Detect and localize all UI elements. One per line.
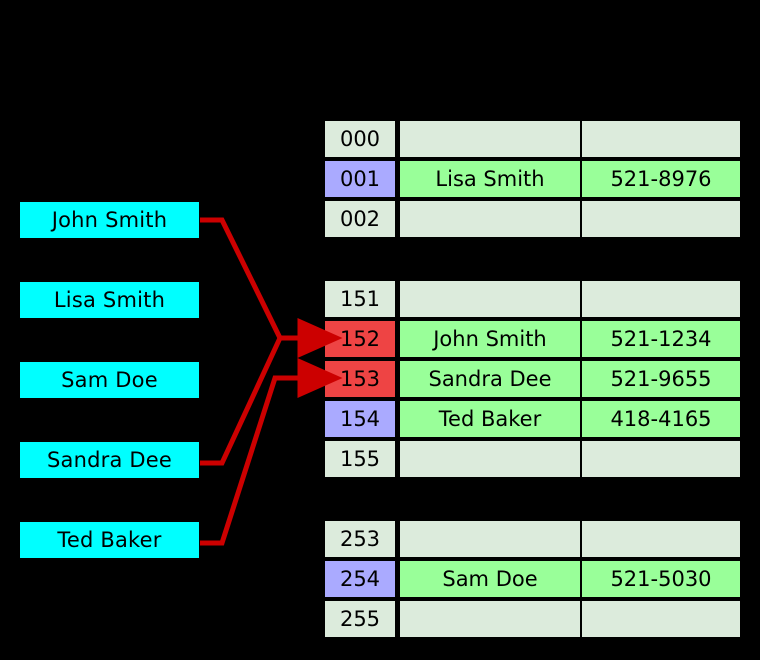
slot-phone (582, 281, 740, 317)
table-row[interactable]: 152 John Smith 521-1234 (325, 319, 740, 359)
slot-name: Ted Baker (400, 401, 580, 437)
key-box-2[interactable]: Sam Doe (20, 362, 199, 398)
slot-phone: 521-8976 (582, 161, 740, 197)
slot-index: 255 (325, 601, 395, 637)
bucket-range-253-255: 253 254 Sam Doe 521-5030 255 (325, 519, 740, 639)
table-row[interactable]: 154 Ted Baker 418-4165 (325, 399, 740, 439)
slot-name (400, 601, 580, 637)
slot-index: 152 (325, 321, 395, 357)
table-row[interactable]: 151 (325, 279, 740, 319)
slot-index: 002 (325, 201, 395, 237)
slot-name (400, 281, 580, 317)
table-row[interactable]: 254 Sam Doe 521-5030 (325, 559, 740, 599)
slot-name (400, 121, 580, 157)
slot-index: 154 (325, 401, 395, 437)
connector-ted-baker-to-153 (200, 358, 343, 546)
slot-phone (582, 121, 740, 157)
table-row[interactable]: 155 (325, 439, 740, 479)
slot-index: 001 (325, 161, 395, 197)
table-row[interactable]: 002 (325, 199, 740, 239)
table-row[interactable]: 255 (325, 599, 740, 639)
table-row[interactable]: 253 (325, 519, 740, 559)
connector-line (200, 336, 283, 466)
slot-index: 253 (325, 521, 395, 557)
bucket-range-151-155: 151 152 John Smith 521-1234 153 Sandra D… (325, 279, 740, 479)
table-row[interactable]: 000 (325, 119, 740, 159)
slot-index: 155 (325, 441, 395, 477)
key-box-4[interactable]: Ted Baker (20, 522, 199, 558)
slot-name: Sandra Dee (400, 361, 580, 397)
key-box-1[interactable]: Lisa Smith (20, 282, 199, 318)
connector-line (200, 217, 283, 340)
slot-name (400, 441, 580, 477)
slot-phone: 521-1234 (582, 321, 740, 357)
bucket-range-000-002: 000 001 Lisa Smith 521-8976 002 (325, 119, 740, 239)
connector-line (200, 358, 343, 546)
table-row[interactable]: 153 Sandra Dee 521-9655 (325, 359, 740, 399)
slot-index: 000 (325, 121, 395, 157)
slot-name: Lisa Smith (400, 161, 580, 197)
slot-name (400, 521, 580, 557)
slot-phone: 418-4165 (582, 401, 740, 437)
slot-index: 151 (325, 281, 395, 317)
connector-john-smith-to-152 (200, 217, 343, 358)
key-box-3[interactable]: Sandra Dee (20, 442, 199, 478)
slot-phone (582, 521, 740, 557)
table-row[interactable]: 001 Lisa Smith 521-8976 (325, 159, 740, 199)
slot-phone (582, 601, 740, 637)
key-box-label: Sam Doe (61, 367, 158, 392)
hash-collision-diagram: John Smith Lisa Smith Sam Doe Sandra Dee… (0, 0, 760, 660)
slot-phone (582, 441, 740, 477)
key-box-0[interactable]: John Smith (20, 202, 199, 238)
key-box-label: Lisa Smith (53, 287, 166, 312)
slot-index: 153 (325, 361, 395, 397)
slot-name: John Smith (400, 321, 580, 357)
key-box-label: Ted Baker (57, 527, 162, 552)
slot-phone: 521-5030 (582, 561, 740, 597)
key-box-label: Sandra Dee (46, 447, 173, 472)
slot-index: 254 (325, 561, 395, 597)
slot-name (400, 201, 580, 237)
slot-name: Sam Doe (400, 561, 580, 597)
slot-phone: 521-9655 (582, 361, 740, 397)
key-box-label: John Smith (51, 207, 168, 232)
connector-sandra-dee-to-152 (200, 336, 283, 466)
slot-phone (582, 201, 740, 237)
